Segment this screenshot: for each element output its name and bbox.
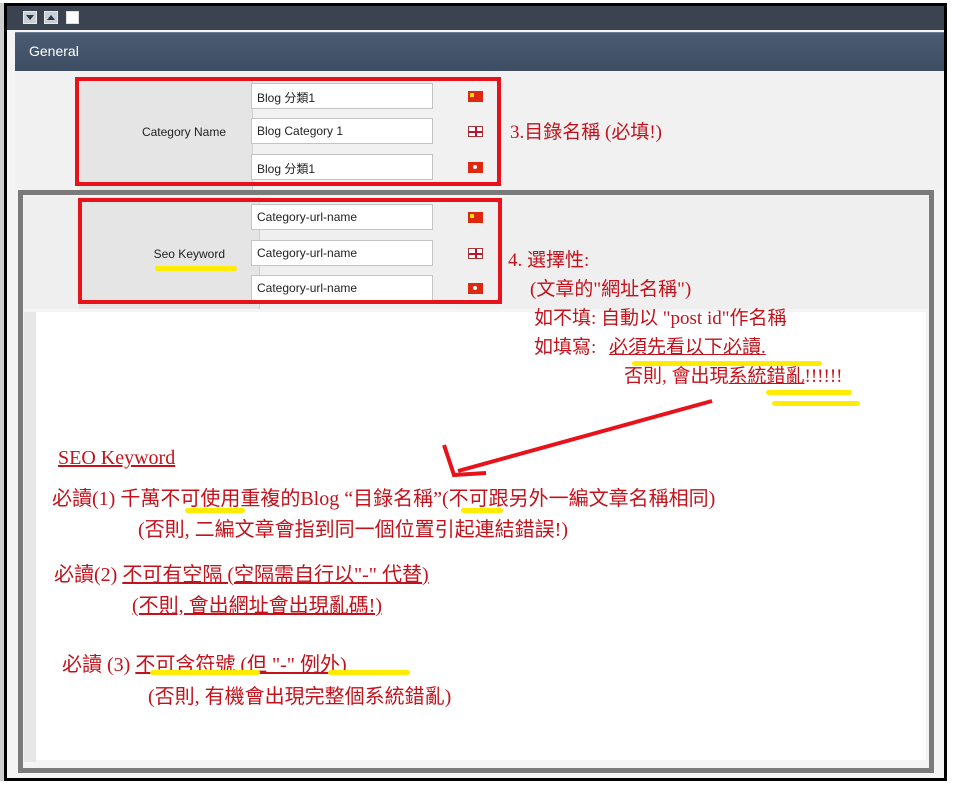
- content-left-strip: [24, 312, 36, 762]
- rule1-underlined2: 名稱: [393, 488, 434, 510]
- rule2-line2: (不則, 會出網址會出現亂碼!): [132, 595, 382, 617]
- note4-line4: 如填寫: 必須先看以下必讀.: [508, 333, 843, 362]
- rule1-middle: 的Blog “目錄: [280, 488, 394, 510]
- seo-highlight-box: [78, 198, 502, 304]
- note4-line5-suffix: !!!!!!: [804, 366, 843, 387]
- expand-button[interactable]: [44, 11, 58, 24]
- annotation-note-3: 3.目錄名稱 (必填!): [510, 122, 662, 143]
- highlight-mark: [632, 361, 822, 366]
- rule3-prefix: 必讀 (3): [62, 654, 136, 676]
- arrow-annotation: [442, 399, 713, 478]
- rule2-underlined: 不可有空隔 (空隔需自行以"-" 代替): [122, 564, 429, 586]
- highlight-mark: [328, 670, 410, 675]
- note4-line3: 如不填: 自動以 "post id"作名稱: [534, 308, 787, 329]
- note4-line5-prefix: 否則, 會出現: [624, 366, 729, 387]
- highlight-mark: [766, 390, 852, 395]
- note4-line5-underlined: 系統錯亂: [728, 366, 805, 387]
- chevron-up-icon: [47, 15, 55, 20]
- chevron-down-icon: [26, 15, 34, 20]
- rule-2: 必讀(2) 不可有空隔 (空隔需自行以"-" 代替): [54, 558, 429, 587]
- rule-1: 必讀(1) 千萬不可使用重複的Blog “目錄名稱”(不可跟另外一編文章名稱相同…: [52, 482, 715, 511]
- rule1-line2: (否則, 二編文章會指到同一個位置引起連結錯誤!): [138, 519, 568, 541]
- highlight-mark: [772, 401, 860, 406]
- note4-line5: 否則, 會出現系統錯亂!!!!!!: [508, 362, 843, 391]
- highlight-mark: [150, 670, 260, 675]
- general-panel-header[interactable]: General: [15, 32, 944, 71]
- rule1-prefix: 必讀(1) 千萬: [52, 488, 161, 510]
- panel-title: General: [29, 43, 79, 59]
- rule1-suffix: ”(不可跟另外一編文章名稱相同): [433, 488, 716, 510]
- seo-keyword-heading: SEO Keyword: [58, 447, 176, 469]
- rule3-line2: (否則, 有機會出現完整個系統錯亂): [148, 686, 452, 708]
- note4-line1: 4. 選擇性:: [508, 250, 590, 271]
- rule1-underlined1: 不可使用重複: [160, 488, 281, 510]
- note4-line2: (文章的"網址名稱"): [530, 279, 692, 300]
- note4-line4-prefix: 如填寫:: [534, 337, 602, 358]
- category-highlight-box: [75, 77, 501, 186]
- select-checkbox[interactable]: [66, 11, 79, 24]
- rule2-prefix: 必讀(2): [54, 564, 123, 586]
- window-toolbar: [7, 6, 944, 30]
- annotation-note-4: 4. 選擇性: (文章的"網址名稱") 如不填: 自動以 "post id"作名…: [508, 246, 843, 391]
- note4-line4-underlined: 必須先看以下必讀.: [609, 337, 766, 358]
- collapse-button[interactable]: [23, 11, 37, 24]
